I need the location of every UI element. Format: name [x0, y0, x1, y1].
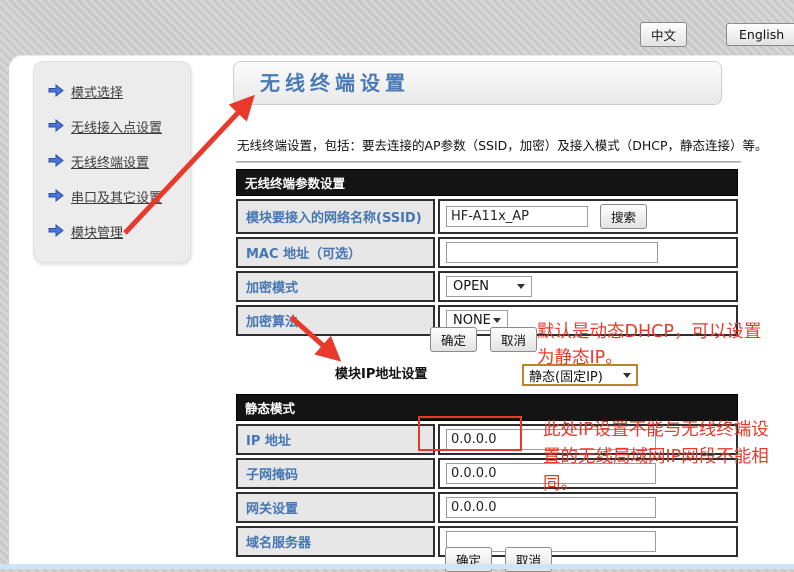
subnet-mask-label: 子网掩码: [236, 458, 435, 489]
sidebar-item-label: 无线终端设置: [71, 152, 149, 171]
ok-button[interactable]: 确定: [430, 327, 477, 352]
encryption-algorithm-label: 加密算法: [236, 305, 435, 336]
sidebar-item-serial-settings[interactable]: 串口及其它设置: [34, 179, 190, 214]
table-row-encryption-mode: 加密模式 OPEN: [236, 271, 738, 302]
sidebar: 模式选择 无线接入点设置 无线终端设置 串口及其它设置 模块管理: [33, 61, 191, 263]
annotation-highlight-rectangle: [418, 416, 522, 451]
chevron-down-icon: [623, 373, 631, 378]
gateway-input[interactable]: [446, 497, 656, 518]
chevron-down-icon: [517, 284, 525, 289]
encryption-mode-cell: OPEN: [438, 271, 738, 302]
ip-address-label: IP 地址: [236, 424, 435, 455]
ssid-value-cell: 搜索: [438, 199, 738, 234]
sidebar-item-label: 模式选择: [71, 82, 123, 101]
mac-input[interactable]: [446, 242, 658, 263]
sidebar-item-mode-select[interactable]: 模式选择: [34, 74, 190, 109]
sta-form-buttons: 确定 取消: [430, 327, 537, 352]
ssid-input[interactable]: [446, 206, 588, 227]
lang-chinese-button[interactable]: 中文: [640, 22, 687, 47]
divider: [236, 161, 741, 163]
ssid-label: 模块要接入的网络名称(SSID): [236, 199, 435, 234]
annotation-line: 置的无线局域网IP网段不能相: [543, 444, 769, 471]
annotation-dhcp-note: 默认是动态DHCP，可以设置 为静态IP。: [537, 319, 761, 371]
dns-server-label: 域名服务器: [236, 526, 435, 557]
chevron-down-icon: [493, 318, 501, 323]
annotation-line: 此处IP设置不能与无线终端设: [543, 417, 769, 444]
gateway-label: 网关设置: [236, 492, 435, 523]
sidebar-item-ap-settings[interactable]: 无线接入点设置: [34, 109, 190, 144]
sidebar-item-module-management[interactable]: 模块管理: [34, 214, 190, 249]
annotation-line: 同。: [543, 471, 769, 498]
blue-arrow-icon: [48, 82, 64, 101]
bottom-strip: [0, 564, 794, 569]
selected-option: OPEN: [453, 279, 489, 294]
mac-label: MAC 地址（可选）: [236, 237, 435, 268]
encryption-mode-label: 加密模式: [236, 271, 435, 302]
mac-value-cell: [438, 237, 738, 268]
table-row-ssid: 模块要接入的网络名称(SSID) 搜索: [236, 199, 738, 234]
sidebar-item-label: 模块管理: [71, 222, 123, 241]
ip-mode-label: 模块IP地址设置: [335, 363, 427, 382]
table-row-mac: MAC 地址（可选）: [236, 237, 738, 268]
annotation-ip-note: 此处IP设置不能与无线终端设 置的无线局域网IP网段不能相 同。: [543, 417, 769, 498]
sidebar-item-label: 无线接入点设置: [71, 117, 162, 136]
blue-arrow-icon: [48, 222, 64, 241]
sidebar-item-sta-settings[interactable]: 无线终端设置: [34, 144, 190, 179]
blue-arrow-icon: [48, 187, 64, 206]
page-description: 无线终端设置，包括：要去连接的AP参数（SSID，加密）及接入模式（DHCP，静…: [237, 135, 782, 154]
lang-english-button[interactable]: English: [726, 23, 794, 46]
blue-arrow-icon: [48, 117, 64, 136]
cancel-button[interactable]: 取消: [490, 327, 537, 352]
page-title-box: 无线终端设置: [233, 61, 722, 105]
encryption-mode-select[interactable]: OPEN: [446, 276, 532, 297]
blue-arrow-icon: [48, 152, 64, 171]
search-button[interactable]: 搜索: [600, 204, 647, 229]
sidebar-item-label: 串口及其它设置: [71, 187, 162, 206]
page-title: 无线终端设置: [234, 62, 721, 104]
sta-params-table: 无线终端参数设置 模块要接入的网络名称(SSID) 搜索 MAC 地址（可选） …: [236, 169, 738, 336]
annotation-line: 为静态IP。: [537, 345, 761, 371]
table-header: 无线终端参数设置: [236, 169, 738, 196]
annotation-line: 默认是动态DHCP，可以设置: [537, 319, 761, 345]
selected-option: NONE: [453, 313, 491, 328]
